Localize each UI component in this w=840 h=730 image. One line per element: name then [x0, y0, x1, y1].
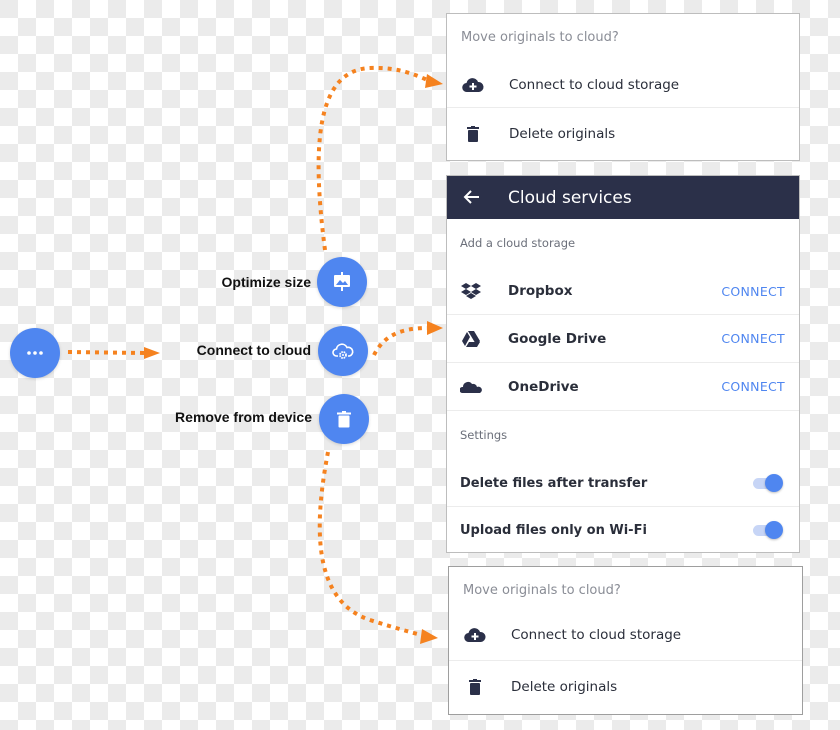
- connect-to-cloud-label: Connect to cloud: [196, 342, 311, 358]
- move-originals-dialog-bottom: Move originals to cloud? Connect to clou…: [448, 566, 803, 715]
- page-title: Cloud services: [508, 187, 632, 208]
- connect-cloud-storage-label: Connect to cloud storage: [511, 627, 682, 643]
- delete-originals-label: Delete originals: [511, 679, 618, 695]
- connect-to-cloud-button[interactable]: [318, 326, 368, 376]
- arrowhead: [144, 347, 160, 359]
- service-name: Google Drive: [508, 330, 607, 347]
- storage-section-label: Add a cloud storage: [460, 236, 576, 250]
- connect-onedrive-button[interactable]: CONNECT: [721, 379, 785, 394]
- wifi-only-toggle[interactable]: [753, 521, 783, 539]
- setting-row-wifi-only: Upload files only on Wi-Fi: [447, 507, 799, 553]
- cloud-upload-icon: [461, 73, 485, 97]
- divider: [447, 410, 799, 411]
- trash-icon: [337, 410, 351, 427]
- arrow-cloud-to-services: [372, 326, 429, 356]
- cloud-settings-icon: [332, 343, 354, 359]
- service-row-onedrive: OneDrive CONNECT: [447, 363, 799, 410]
- service-name: OneDrive: [508, 378, 579, 395]
- dropbox-icon: [459, 279, 483, 303]
- toggle-knob: [765, 521, 783, 539]
- trash-icon: [463, 675, 487, 699]
- settings-section-label: Settings: [460, 428, 508, 442]
- remove-from-device-button[interactable]: [319, 394, 369, 444]
- arrow-optimize-to-dialog-top: [316, 65, 431, 251]
- delete-originals-item[interactable]: Delete originals: [447, 108, 799, 160]
- google-drive-icon: [459, 327, 483, 351]
- setting-label: Upload files only on Wi-Fi: [460, 522, 647, 538]
- service-row-dropbox: Dropbox CONNECT: [447, 268, 799, 314]
- arrow-left-icon[interactable]: [461, 186, 483, 208]
- more-horizontal-icon: [27, 351, 43, 355]
- connect-cloud-storage-label: Connect to cloud storage: [509, 76, 680, 93]
- more-options-button[interactable]: [10, 328, 60, 378]
- arrowhead: [425, 74, 443, 88]
- cloud-upload-icon: [463, 623, 487, 647]
- trash-icon: [461, 122, 485, 146]
- connect-cloud-storage-item[interactable]: Connect to cloud storage: [449, 611, 802, 659]
- dialog-caption: Move originals to cloud?: [461, 30, 619, 45]
- service-name: Dropbox: [508, 283, 573, 299]
- delete-originals-label: Delete originals: [509, 126, 616, 142]
- optimize-size-button[interactable]: [317, 257, 367, 307]
- delete-after-transfer-toggle[interactable]: [753, 474, 783, 492]
- arrowhead: [420, 629, 438, 644]
- optimize-size-label: Optimize size: [221, 274, 311, 290]
- delete-originals-item[interactable]: Delete originals: [449, 661, 802, 713]
- service-row-google-drive: Google Drive CONNECT: [447, 315, 799, 362]
- toggle-knob: [765, 474, 783, 492]
- onedrive-icon: [459, 375, 483, 399]
- setting-row-delete-after-transfer: Delete files after transfer: [447, 460, 799, 506]
- cloud-services-panel: Cloud services Add a cloud storage Dropb…: [446, 175, 800, 553]
- arrow-remove-to-dialog-bottom: [317, 451, 426, 638]
- image-presentation-icon: [334, 272, 350, 291]
- connect-dropbox-button[interactable]: CONNECT: [721, 284, 785, 299]
- setting-label: Delete files after transfer: [460, 475, 648, 491]
- dialog-caption: Move originals to cloud?: [463, 583, 621, 598]
- arrowhead: [427, 321, 443, 335]
- arrow-fab-to-menu: [67, 350, 146, 355]
- remove-from-device-label: Remove from device: [175, 409, 312, 425]
- connect-google-drive-button[interactable]: CONNECT: [721, 331, 785, 346]
- connect-cloud-storage-item[interactable]: Connect to cloud storage: [447, 62, 799, 107]
- app-bar: Cloud services: [447, 176, 799, 219]
- move-originals-dialog-top: Move originals to cloud? Connect to clou…: [446, 13, 800, 161]
